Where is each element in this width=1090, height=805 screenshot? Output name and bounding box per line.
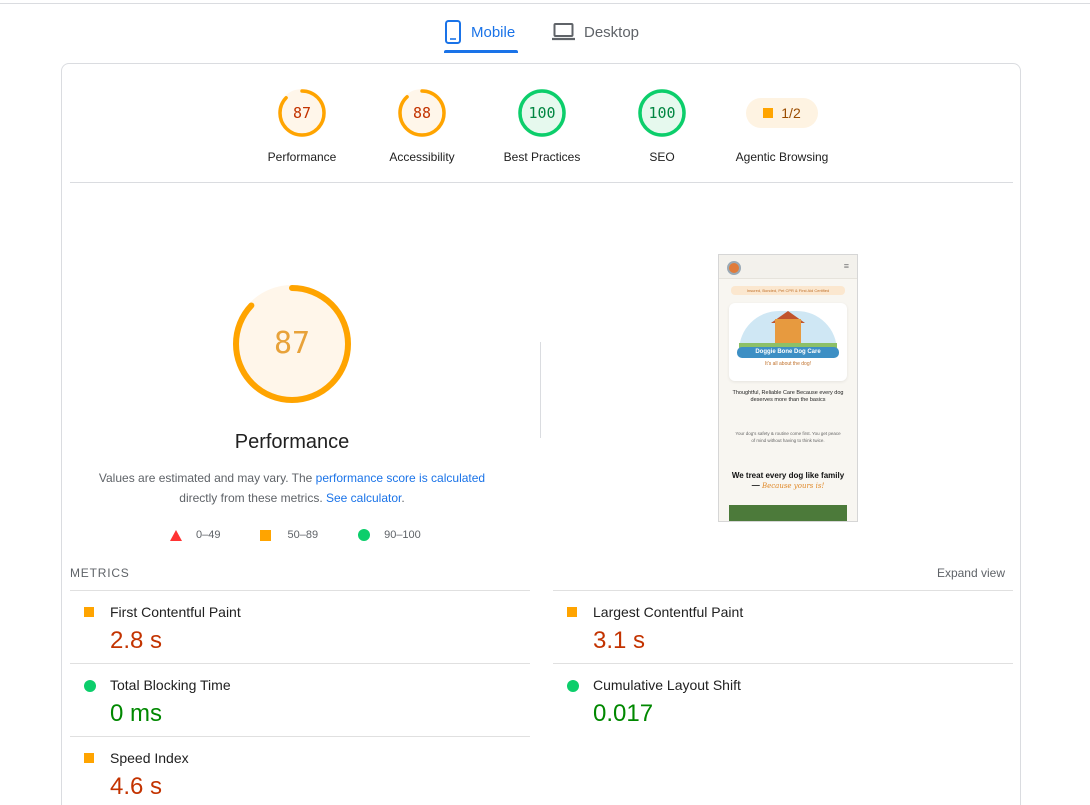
metric-name: Cumulative Layout Shift [593, 677, 741, 693]
gauge-ring: 87 [277, 88, 327, 138]
metric-value: 0 ms [110, 700, 163, 727]
pass-circle-icon [84, 680, 96, 692]
metric-name: First Contentful Paint [110, 604, 241, 620]
expand-view-button[interactable]: Expand view [937, 566, 1005, 580]
fail-triangle-icon [170, 529, 182, 541]
thumb-headline: We treat every dog like family — Because… [727, 471, 849, 491]
gauge-score: 88 [412, 104, 432, 122]
metric-name: Speed Index [110, 750, 189, 766]
report-card: 87 Performance 88 Accessibility 100 Best… [61, 63, 1021, 805]
thumb-badge: Insured, Bonded, Pet CPR & First Aid Cer… [731, 286, 845, 295]
gauge-score: 100 [648, 104, 676, 122]
tab-desktop[interactable]: Desktop [552, 12, 639, 52]
brand-banner: Doggie Bone Dog Care [737, 347, 839, 358]
brand-tagline: It's all about the dog! [765, 361, 811, 367]
legend-average: 50–89 [260, 529, 318, 541]
gauge-label: Accessibility [389, 150, 455, 164]
average-square-icon [763, 108, 774, 118]
hamburger-menu-icon: ≡ [843, 261, 849, 271]
note-text: Values are estimated and may vary. The [98, 471, 316, 485]
vertical-divider [540, 342, 541, 438]
metrics-title: METRICS [70, 566, 130, 580]
site-logo-icon [727, 261, 741, 275]
gauge-ring: 100 [517, 88, 567, 138]
score-legend: 0–49 50–89 90–100 [170, 527, 461, 543]
metric-value: 2.8 s [110, 627, 163, 654]
gauge-label: Best Practices [503, 150, 581, 164]
gauge-seo[interactable]: 100 SEO [602, 88, 722, 164]
metric-name: Largest Contentful Paint [593, 604, 744, 620]
thumb-heading: Thoughtful, Reliable Care Because every … [732, 390, 844, 403]
gauge-label: Performance [267, 150, 337, 164]
smartphone-icon [445, 20, 461, 44]
tab-desktop-label: Desktop [584, 23, 640, 41]
metric-fcp: First Contentful Paint 2.8 s [70, 590, 530, 663]
see-calculator-link[interactable]: See calculator [326, 491, 401, 505]
metric-lcp: Largest Contentful Paint 3.1 s [553, 590, 1013, 663]
gauge-best-practices[interactable]: 100 Best Practices [482, 88, 602, 164]
gauge-performance[interactable]: 87 Performance [242, 88, 362, 164]
score-gauges: 87 Performance 88 Accessibility 100 Best… [62, 88, 1022, 168]
gauge-score: 87 [292, 104, 312, 122]
metric-value: 0.017 [593, 700, 654, 727]
final-screenshot-thumbnail[interactable]: ≡ Insured, Bonded, Pet CPR & First Aid C… [718, 254, 858, 522]
thumb-body: Your dog's safety & routine come first. … [735, 431, 841, 443]
agentic-badge: 1/2 [746, 98, 818, 128]
device-tabs: Mobile Desktop [0, 12, 1090, 54]
top-divider [0, 3, 1090, 4]
gauge-score: 100 [528, 104, 556, 122]
performance-note: Values are estimated and may vary. The p… [82, 468, 502, 508]
tab-mobile-label: Mobile [471, 23, 516, 41]
metrics-header: METRICS Expand view [70, 566, 1013, 582]
gauge-agentic-browsing[interactable]: 1/2 Agentic Browsing [722, 88, 842, 164]
metric-value: 3.1 s [593, 627, 646, 654]
gauge-ring: 88 [397, 88, 447, 138]
legend-fail: 0–49 [170, 529, 220, 541]
doghouse-icon [775, 319, 801, 345]
thumb-header: ≡ [719, 255, 857, 279]
legend-range: 90–100 [384, 529, 421, 541]
gauge-ring: 100 [637, 88, 687, 138]
performance-title: Performance [234, 431, 350, 453]
metric-name: Total Blocking Time [110, 677, 231, 693]
note-text: . [401, 491, 405, 505]
gauge-label: SEO [649, 150, 675, 164]
metric-cls: Cumulative Layout Shift 0.017 [553, 663, 1013, 736]
headline-emphasis: Because yours is! [761, 482, 825, 490]
thumb-hero-logo: Doggie Bone Dog Care It's all about the … [729, 303, 847, 381]
note-text: directly from these metrics. [179, 491, 326, 505]
thumb-photo-strip [729, 505, 847, 521]
legend-range: 0–49 [196, 529, 221, 541]
average-square-icon [84, 753, 94, 763]
metric-tbt: Total Blocking Time 0 ms [70, 663, 530, 736]
average-square-icon [84, 607, 94, 617]
tab-mobile[interactable]: Mobile [444, 12, 519, 53]
laptop-icon [552, 23, 575, 41]
metric-speed-index: Speed Index 4.6 s [70, 736, 530, 805]
average-square-icon [260, 529, 272, 541]
gauge-accessibility[interactable]: 88 Accessibility [362, 88, 482, 164]
gauge-label: Agentic Browsing [735, 150, 829, 164]
pass-circle-icon [567, 680, 579, 692]
legend-range: 50–89 [287, 529, 319, 541]
performance-score: 87 [273, 326, 311, 361]
gauges-divider [70, 182, 1013, 183]
performance-main-gauge: 87 [232, 284, 352, 404]
agentic-value: 1/2 [781, 105, 801, 121]
legend-pass: 90–100 [358, 529, 421, 541]
pass-circle-icon [358, 529, 371, 541]
score-calculated-link[interactable]: performance score is calculated [316, 471, 485, 485]
metric-value: 4.6 s [110, 773, 163, 800]
average-square-icon [567, 607, 577, 617]
